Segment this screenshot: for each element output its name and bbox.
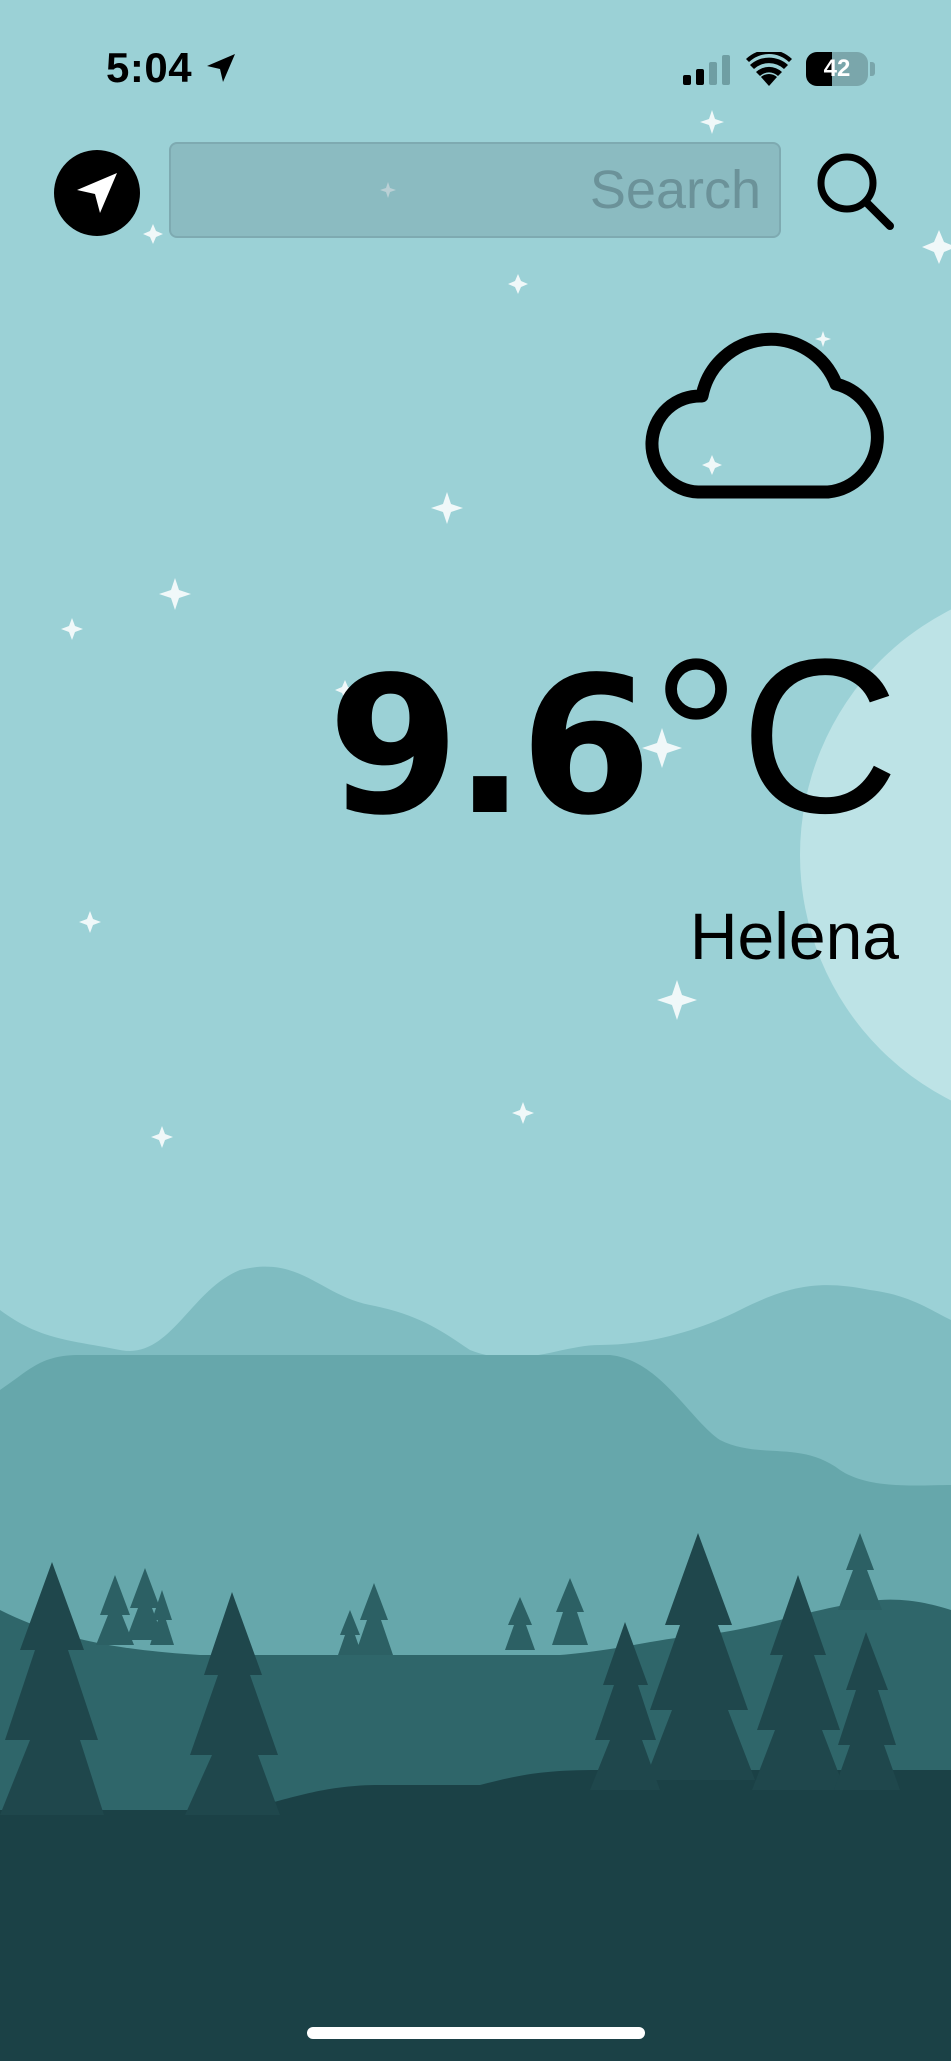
location-services-icon: [207, 54, 235, 82]
city-search-input[interactable]: [169, 142, 781, 238]
wifi-icon: [746, 52, 792, 86]
current-location-button[interactable]: [54, 150, 140, 236]
battery-level-text: 42: [823, 55, 851, 82]
home-indicator[interactable]: [307, 2027, 645, 2039]
temperature-value: 9.6: [327, 636, 653, 857]
battery-nub: [870, 62, 875, 76]
city-name: Helena: [689, 899, 899, 973]
night-landscape-background: [0, 0, 951, 2061]
search-button[interactable]: [810, 146, 900, 236]
battery-icon: 42: [806, 52, 868, 86]
magnifier-icon: [817, 153, 894, 230]
temperature-unit: °C: [652, 613, 899, 859]
navigation-arrow-icon: [77, 173, 117, 213]
cellular-signal-icon: [683, 55, 730, 85]
cloud-icon: [645, 332, 884, 499]
weather-screen: 5:04 42 9.6 °C Helena: [0, 0, 951, 2061]
temperature-display: 9.6 °C: [328, 610, 899, 863]
status-bar-time: 5:04: [106, 44, 193, 91]
